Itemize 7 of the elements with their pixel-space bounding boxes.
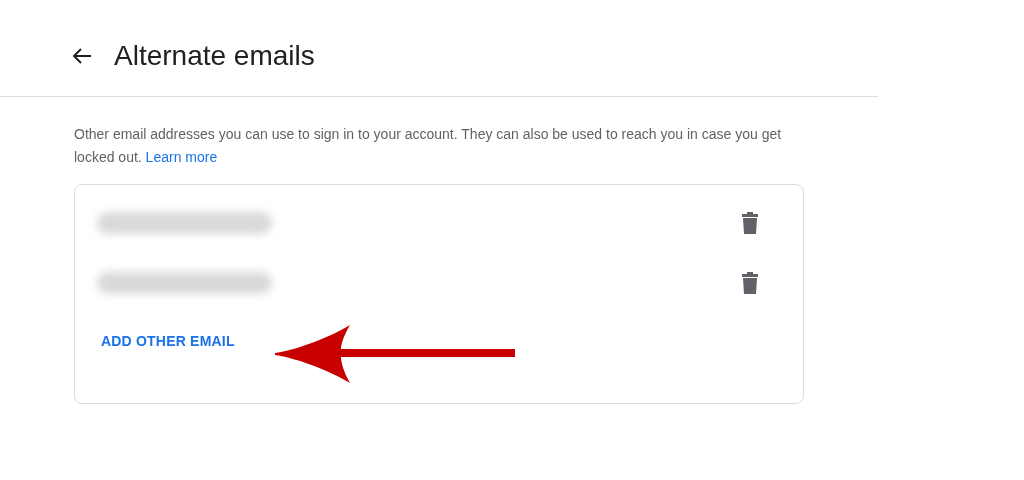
back-arrow-icon[interactable] (72, 47, 92, 65)
trash-icon[interactable] (741, 212, 759, 234)
add-email-button[interactable]: ADD OTHER EMAIL (101, 331, 235, 352)
description-text: Other email addresses you can use to sign in to your account. They can also be used to reach you in case you get locked out. Learn more (74, 125, 783, 167)
trash-icon[interactable] (741, 272, 759, 294)
page-title: Alternate emails (114, 39, 315, 73)
learn-more-link[interactable]: Learn more (145, 149, 218, 165)
